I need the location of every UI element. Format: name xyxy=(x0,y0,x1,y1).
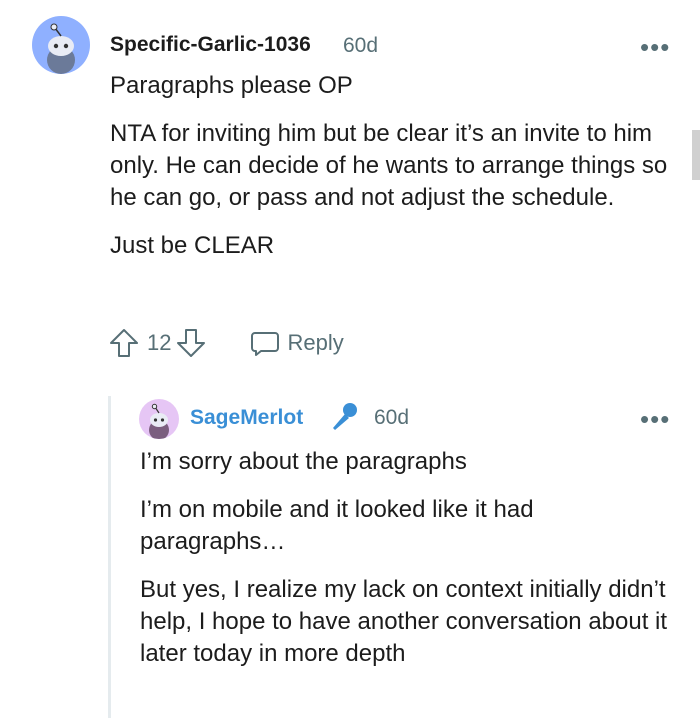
reply-paragraph: But yes, I realize my lack on context in… xyxy=(140,576,668,667)
downvote-icon xyxy=(177,329,206,357)
vote-count: 12 xyxy=(147,330,172,355)
reply-button[interactable]: Reply xyxy=(249,327,344,359)
comment-timestamp: 60d xyxy=(343,34,379,57)
snoo-avatar-icon xyxy=(149,403,169,439)
reply-paragraph: I’m on mobile and it looked like it had … xyxy=(140,496,534,555)
avatar[interactable] xyxy=(139,399,179,439)
upvote-icon xyxy=(110,329,138,357)
comment-bubble-icon xyxy=(251,332,280,356)
comment-paragraph: Paragraphs please OP xyxy=(110,72,353,99)
comment-paragraph: Just be CLEAR xyxy=(110,232,275,259)
reply-username[interactable]: SageMerlot xyxy=(190,406,303,430)
reply-label: Reply xyxy=(287,330,344,355)
reply-paragraph: I’m sorry about the paragraphs xyxy=(140,448,467,475)
comment-actions: 12 Reply xyxy=(108,327,344,359)
reply-timestamp: 60d xyxy=(374,406,410,429)
microphone-icon xyxy=(326,400,360,434)
downvote-button[interactable] xyxy=(175,327,207,359)
more-options-button[interactable]: ••• xyxy=(640,34,670,60)
comment-paragraph: NTA for inviting him but be clear it’s a… xyxy=(110,120,668,211)
reply-body: I’m sorry about the paragraphs I’m on mo… xyxy=(140,446,670,686)
avatar[interactable] xyxy=(32,16,90,74)
scrollbar-thumb[interactable] xyxy=(692,130,700,180)
snoo-avatar-icon xyxy=(47,23,75,74)
comment-body: Paragraphs please OP NTA for inviting hi… xyxy=(110,70,670,278)
thread-line[interactable] xyxy=(108,396,111,718)
comment-username[interactable]: Specific-Garlic-1036 xyxy=(110,33,311,57)
more-options-button[interactable]: ••• xyxy=(640,406,670,432)
upvote-button[interactable] xyxy=(108,327,140,359)
